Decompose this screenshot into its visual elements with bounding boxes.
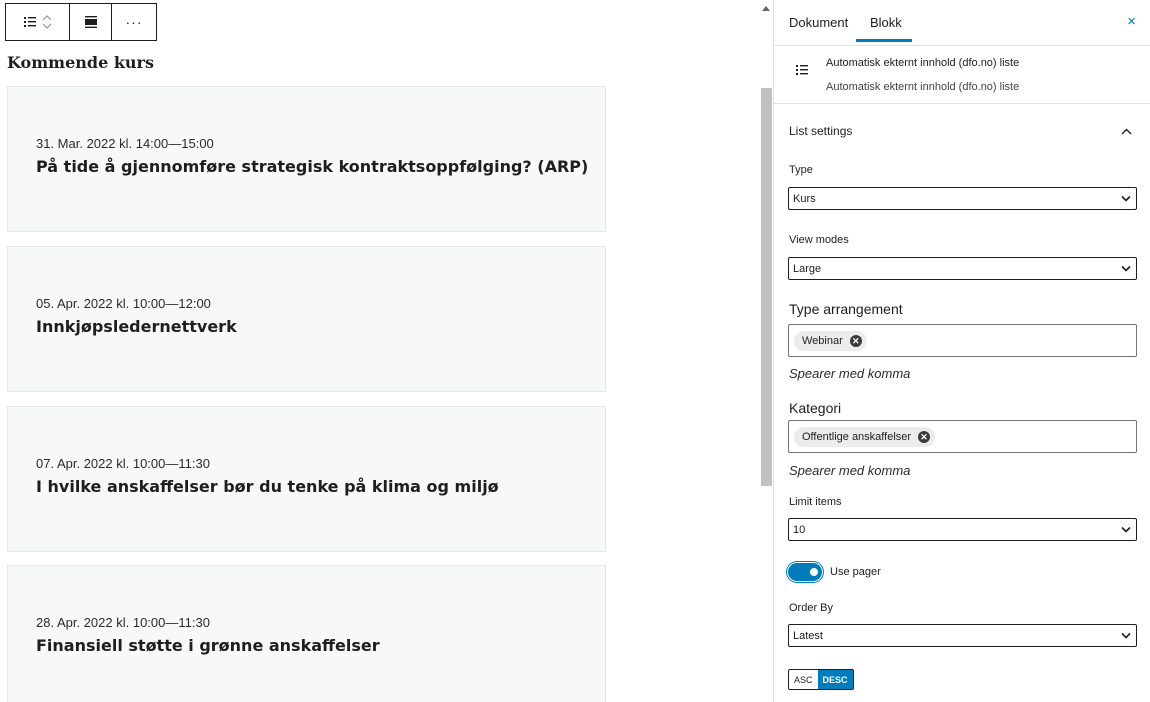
type-select[interactable]: Kurs xyxy=(788,187,1137,210)
more-options-group: ··· xyxy=(112,4,156,40)
course-title[interactable]: I hvilke anskaffelser bør du tenke på kl… xyxy=(36,477,499,496)
course-date: 05. Apr. 2022 kl. 10:00—12:00 xyxy=(36,296,211,311)
editor-canvas: ··· Kommende kurs 31. Mar. 2022 kl. 14:0… xyxy=(0,0,760,702)
scroll-up-arrow-icon[interactable] xyxy=(762,6,770,11)
type-arrangement-hint: Spearer med komma xyxy=(789,366,911,381)
course-card[interactable]: 07. Apr. 2022 kl. 10:00—11:30 I hvilke a… xyxy=(7,406,606,552)
view-modes-select-value: Large xyxy=(793,263,822,275)
chevron-down-icon xyxy=(1121,524,1131,536)
limit-items-select-value: 10 xyxy=(793,524,806,536)
type-arrangement-input[interactable]: Webinar ✕ xyxy=(788,324,1137,357)
block-title: Automatisk ekternt innhold (dfo.no) list… xyxy=(826,57,1020,69)
more-options-icon[interactable]: ··· xyxy=(126,14,143,30)
align-center-icon[interactable] xyxy=(84,16,98,28)
course-date: 31. Mar. 2022 kl. 14:00—15:00 xyxy=(36,136,214,151)
token-offentlige-anskaffelser: Offentlige anskaffelser ✕ xyxy=(794,427,936,447)
order-by-select-value: Latest xyxy=(793,630,823,642)
course-card[interactable]: 05. Apr. 2022 kl. 10:00—12:00 Innkjøpsle… xyxy=(7,246,606,392)
limit-items-label: Limit items xyxy=(789,496,842,508)
active-tab-indicator xyxy=(856,39,912,42)
course-title[interactable]: På tide å gjennomføre strategisk kontrak… xyxy=(36,157,588,176)
use-pager-label: Use pager xyxy=(830,566,881,578)
course-date: 28. Apr. 2022 kl. 10:00—11:30 xyxy=(36,615,210,630)
chevron-down-icon xyxy=(1121,630,1131,642)
tab-dokument[interactable]: Dokument xyxy=(789,15,848,30)
panel-title[interactable]: List settings xyxy=(789,124,852,138)
settings-sidebar: Dokument Blokk × Automatisk ekternt innh… xyxy=(773,0,1150,702)
course-title[interactable]: Finansiell støtte i grønne anskaffelser xyxy=(36,636,380,655)
course-card[interactable]: 28. Apr. 2022 kl. 10:00—11:30 Finansiell… xyxy=(7,565,606,702)
course-date: 07. Apr. 2022 kl. 10:00—11:30 xyxy=(36,456,210,471)
move-up-icon[interactable] xyxy=(42,14,52,21)
block-description: Automatisk ekternt innhold (dfo.no) list… xyxy=(826,81,1020,93)
scroll-thumb[interactable] xyxy=(761,88,772,486)
kategori-input[interactable]: Offentlige anskaffelser ✕ xyxy=(788,420,1137,453)
sidebar-tabs: Dokument Blokk × xyxy=(774,0,1150,46)
toggle-knob xyxy=(810,568,818,576)
list-view-icon[interactable] xyxy=(23,17,36,27)
block-movers xyxy=(42,14,52,30)
section-heading: Kommende kurs xyxy=(7,53,154,72)
canvas-scrollbar[interactable] xyxy=(760,0,773,702)
move-down-icon[interactable] xyxy=(42,23,52,30)
block-card: Automatisk ekternt innhold (dfo.no) list… xyxy=(774,46,1150,104)
course-card[interactable]: 31. Mar. 2022 kl. 14:00—15:00 På tide å … xyxy=(7,86,606,232)
course-title[interactable]: Innkjøpsledernettverk xyxy=(36,317,237,336)
desc-button[interactable]: DESC xyxy=(817,670,853,689)
token-label: Offentlige anskaffelser xyxy=(802,431,912,443)
chevron-up-icon[interactable] xyxy=(1121,122,1132,140)
tab-blokk[interactable]: Blokk xyxy=(870,15,902,30)
order-by-select[interactable]: Latest xyxy=(788,624,1137,647)
type-arrangement-label: Type arrangement xyxy=(789,301,903,317)
remove-token-icon[interactable]: ✕ xyxy=(849,335,862,347)
asc-button[interactable]: ASC xyxy=(789,670,818,689)
use-pager-toggle[interactable] xyxy=(788,563,822,581)
view-modes-label: View modes xyxy=(789,234,849,246)
align-group xyxy=(70,4,112,40)
token-webinar: Webinar ✕ xyxy=(794,331,867,351)
kategori-label: Kategori xyxy=(789,400,842,416)
list-view-icon xyxy=(796,62,808,80)
order-by-label: Order By xyxy=(789,602,834,614)
sort-direction-group: ASC DESC xyxy=(788,669,854,690)
close-icon[interactable]: × xyxy=(1127,13,1136,30)
kategori-hint: Spearer med komma xyxy=(789,463,911,478)
chevron-down-icon xyxy=(1121,263,1131,275)
token-label: Webinar xyxy=(802,335,843,347)
limit-items-select[interactable]: 10 xyxy=(788,518,1137,541)
remove-token-icon[interactable]: ✕ xyxy=(918,431,931,443)
chevron-down-icon xyxy=(1121,193,1131,205)
block-toolbar: ··· xyxy=(5,3,157,41)
view-modes-select[interactable]: Large xyxy=(788,257,1137,280)
block-type-group xyxy=(6,4,70,40)
type-label: Type xyxy=(789,164,813,176)
type-select-value: Kurs xyxy=(793,193,816,205)
